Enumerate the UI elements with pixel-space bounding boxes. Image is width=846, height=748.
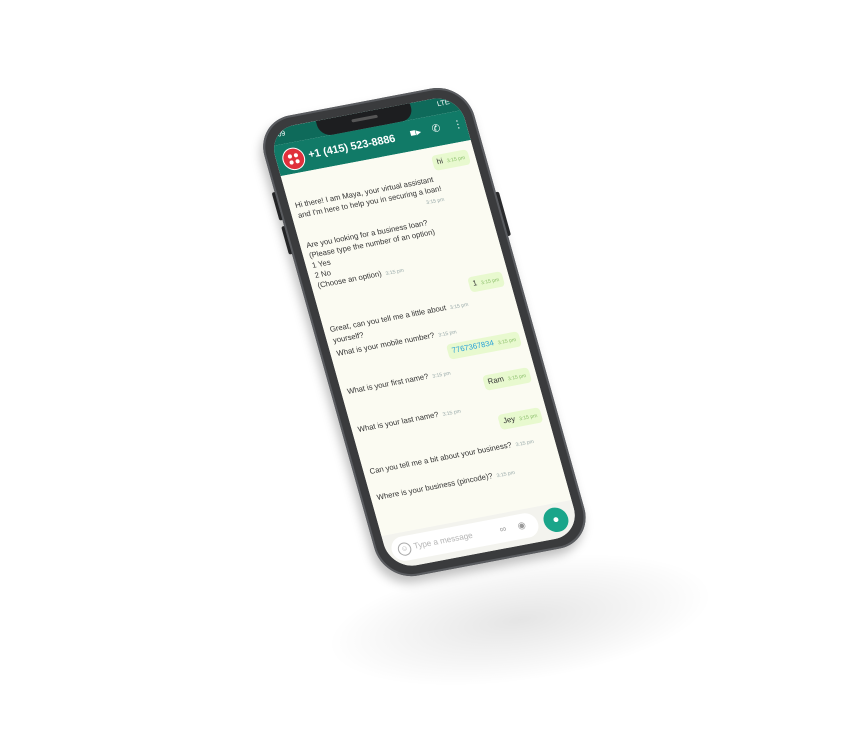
message-outgoing: Jey 3:15 pm (497, 407, 544, 431)
video-icon[interactable]: ■▸ (409, 127, 423, 140)
speaker (351, 114, 379, 123)
phone-device: 09 LTE +1 (415) 523-8886 ■▸ ✆ ⋮ hi 3:15 … (255, 82, 594, 582)
status-network: LTE (436, 98, 451, 109)
camera-icon[interactable]: ◉ (516, 520, 527, 532)
message-outgoing: Ram 3:15 pm (482, 367, 533, 391)
emoji-icon[interactable]: ☺ (396, 541, 413, 557)
message-placeholder: Type a message (412, 530, 474, 551)
mic-icon: ● (550, 513, 561, 527)
contact-avatar[interactable] (279, 145, 308, 172)
message-incoming: What is your first name? 3:15 pm (346, 370, 452, 396)
paperclip-icon[interactable]: ∞ (498, 523, 507, 534)
phone-icon[interactable]: ✆ (431, 123, 442, 136)
message-outgoing: 1 3:15 pm (466, 271, 506, 293)
phone-number-link[interactable]: 7767367834 (451, 338, 495, 355)
mic-button[interactable]: ● (540, 505, 572, 535)
message-outgoing: hi 3:15 pm (430, 149, 472, 171)
more-vert-icon[interactable]: ⋮ (452, 119, 465, 132)
scene: 09 LTE +1 (415) 523-8886 ■▸ ✆ ⋮ hi 3:15 … (0, 0, 846, 748)
status-time: 09 (276, 130, 287, 139)
message-incoming: What is your last name? 3:15 pm (356, 408, 462, 434)
message-incoming: Are you looking for a business loan? (Pl… (305, 217, 436, 290)
